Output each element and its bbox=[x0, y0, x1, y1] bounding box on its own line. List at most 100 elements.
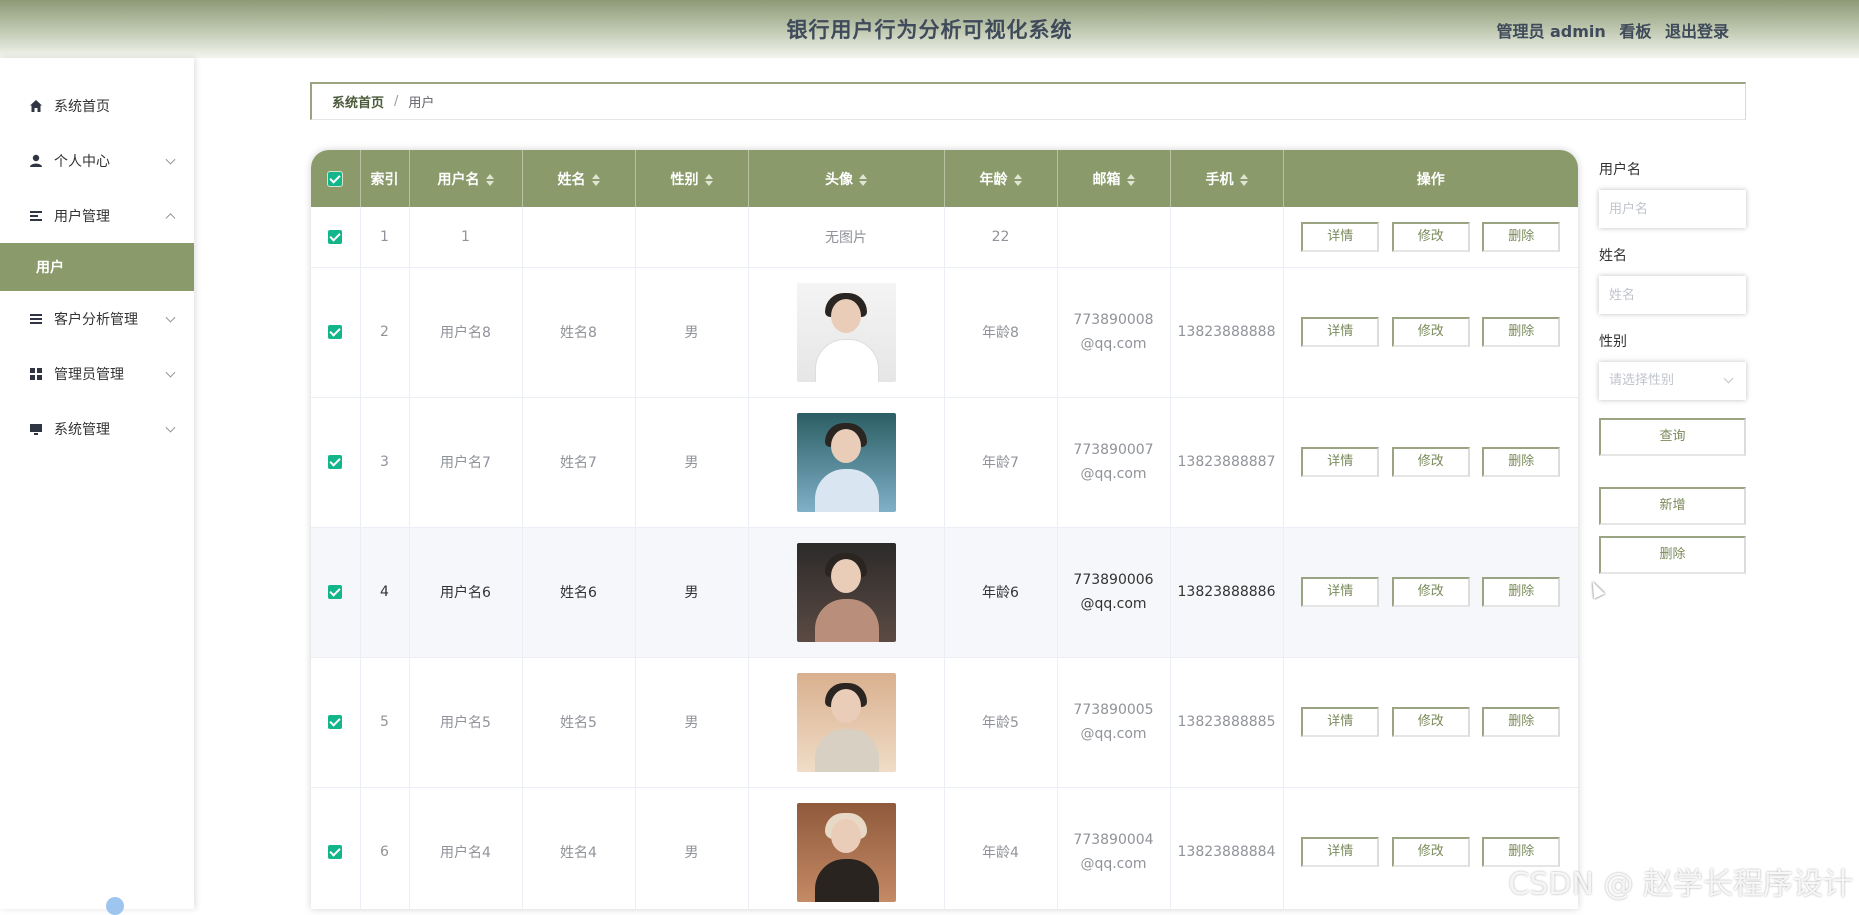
sidebar-subitem-users[interactable]: 用户 bbox=[0, 243, 194, 291]
row-checkbox[interactable] bbox=[328, 455, 342, 469]
sidebar-item-personal-center[interactable]: 个人中心 bbox=[0, 133, 194, 188]
sort-icon[interactable] bbox=[592, 174, 600, 186]
breadcrumb-home-link[interactable]: 系统首页 bbox=[332, 92, 384, 111]
row-checkbox[interactable] bbox=[328, 715, 342, 729]
column-header-name[interactable]: 姓名 bbox=[522, 150, 635, 207]
column-header-index: 索引 bbox=[360, 150, 409, 207]
cell-username: 用户名4 bbox=[409, 787, 522, 909]
column-header-phone[interactable]: 手机 bbox=[1170, 150, 1283, 207]
select-all-header[interactable] bbox=[311, 150, 360, 207]
sort-icon[interactable] bbox=[1127, 174, 1135, 186]
sort-icon[interactable] bbox=[705, 174, 713, 186]
row-checkbox[interactable] bbox=[328, 585, 342, 599]
edit-button[interactable]: 修改 bbox=[1392, 707, 1470, 737]
breadcrumb-current: 用户 bbox=[408, 92, 434, 111]
table-row: 6 用户名4 姓名4 男 年龄4 773890004@qq.com 138238… bbox=[311, 787, 1578, 909]
avatar-image bbox=[797, 283, 896, 382]
batch-delete-button[interactable]: 删除 bbox=[1599, 536, 1746, 574]
add-button[interactable]: 新增 bbox=[1599, 487, 1746, 525]
cell-name: 姓名5 bbox=[522, 657, 635, 787]
grid-icon bbox=[28, 366, 44, 382]
username-search-input[interactable] bbox=[1599, 190, 1746, 228]
avatar-image bbox=[797, 413, 896, 512]
row-checkbox[interactable] bbox=[328, 845, 342, 859]
column-header-age[interactable]: 年龄 bbox=[944, 150, 1057, 207]
cell-email bbox=[1057, 207, 1170, 267]
cell-age: 年龄8 bbox=[944, 267, 1057, 397]
select-all-checkbox[interactable] bbox=[328, 172, 342, 186]
sidebar-item-customer-analysis[interactable]: 客户分析管理 bbox=[0, 291, 194, 346]
gender-select[interactable]: 请选择性别 bbox=[1599, 362, 1746, 400]
users-table: 索引 用户名 姓名 性别 头像 年龄 邮箱 手机 操作 1 1 无图片 22 bbox=[311, 150, 1578, 909]
sidebar-item-label: 客户分析管理 bbox=[54, 309, 138, 329]
search-panel: 用户名 姓名 性别 请选择性别 查询 新增 删除 bbox=[1599, 150, 1747, 574]
sort-icon[interactable] bbox=[1240, 174, 1248, 186]
sort-icon[interactable] bbox=[859, 174, 867, 186]
cell-email: 773890008@qq.com bbox=[1057, 267, 1170, 397]
column-header-username[interactable]: 用户名 bbox=[409, 150, 522, 207]
column-header-avatar[interactable]: 头像 bbox=[748, 150, 944, 207]
cell-avatar-none: 无图片 bbox=[748, 207, 944, 267]
sidebar-item-admin-management[interactable]: 管理员管理 bbox=[0, 346, 194, 401]
sidebar-item-home[interactable]: 系统首页 bbox=[0, 78, 194, 133]
detail-button[interactable]: 详情 bbox=[1301, 707, 1379, 737]
sort-icon[interactable] bbox=[1014, 174, 1022, 186]
delete-button[interactable]: 删除 bbox=[1482, 707, 1560, 737]
edit-button[interactable]: 修改 bbox=[1392, 837, 1470, 867]
username-label: 用户名 bbox=[1599, 160, 1747, 180]
column-header-gender[interactable]: 性别 bbox=[635, 150, 748, 207]
detail-button[interactable]: 详情 bbox=[1301, 317, 1379, 347]
name-search-input[interactable] bbox=[1599, 276, 1746, 314]
cell-phone: 13823888885 bbox=[1170, 657, 1283, 787]
column-header-email[interactable]: 邮箱 bbox=[1057, 150, 1170, 207]
cell-name: 姓名7 bbox=[522, 397, 635, 527]
query-button[interactable]: 查询 bbox=[1599, 418, 1746, 456]
mouse-cursor-icon bbox=[1587, 579, 1605, 599]
list-icon bbox=[28, 208, 44, 224]
cell-actions: 详情 修改 删除 bbox=[1283, 657, 1578, 787]
row-checkbox[interactable] bbox=[328, 230, 342, 244]
avatar-image bbox=[797, 673, 896, 772]
cell-actions: 详情 修改 删除 bbox=[1283, 397, 1578, 527]
cell-username: 1 bbox=[409, 207, 522, 267]
admin-role-label: 管理员 admin bbox=[1496, 22, 1605, 41]
edit-button[interactable]: 修改 bbox=[1392, 222, 1470, 252]
sidebar-item-system-management[interactable]: 系统管理 bbox=[0, 401, 194, 456]
delete-button[interactable]: 删除 bbox=[1482, 577, 1560, 607]
cell-email: 773890005@qq.com bbox=[1057, 657, 1170, 787]
detail-button[interactable]: 详情 bbox=[1301, 577, 1379, 607]
delete-button[interactable]: 删除 bbox=[1482, 317, 1560, 347]
column-header-actions: 操作 bbox=[1283, 150, 1578, 207]
sidebar-item-label: 管理员管理 bbox=[54, 364, 124, 384]
sidebar-item-label: 个人中心 bbox=[54, 151, 110, 171]
cell-actions: 详情 修改 删除 bbox=[1283, 207, 1578, 267]
table-row: 3 用户名7 姓名7 男 年龄7 773890007@qq.com 138238… bbox=[311, 397, 1578, 527]
chevron-down-icon bbox=[166, 312, 176, 322]
logout-link[interactable]: 退出登录 bbox=[1665, 22, 1729, 41]
dashboard-link[interactable]: 看板 bbox=[1619, 22, 1651, 41]
name-label: 姓名 bbox=[1599, 246, 1747, 266]
cell-avatar bbox=[748, 267, 944, 397]
edit-button[interactable]: 修改 bbox=[1392, 447, 1470, 477]
chevron-up-icon bbox=[166, 213, 176, 223]
gender-select-placeholder: 请选择性别 bbox=[1609, 373, 1674, 388]
cell-index: 6 bbox=[360, 787, 409, 909]
cell-gender: 男 bbox=[635, 657, 748, 787]
sidebar-item-label: 用户管理 bbox=[54, 206, 110, 226]
row-checkbox[interactable] bbox=[328, 325, 342, 339]
watermark: CSDN @ 赵学长程序设计 bbox=[1508, 859, 1853, 903]
cell-index: 2 bbox=[360, 267, 409, 397]
detail-button[interactable]: 详情 bbox=[1301, 837, 1379, 867]
edit-button[interactable]: 修改 bbox=[1392, 577, 1470, 607]
table-row: 5 用户名5 姓名5 男 年龄5 773890005@qq.com 138238… bbox=[311, 657, 1578, 787]
detail-button[interactable]: 详情 bbox=[1301, 222, 1379, 252]
sort-icon[interactable] bbox=[486, 174, 494, 186]
table-row: 1 1 无图片 22 详情 修改 删除 bbox=[311, 207, 1578, 267]
delete-button[interactable]: 删除 bbox=[1482, 222, 1560, 252]
delete-button[interactable]: 删除 bbox=[1482, 447, 1560, 477]
sidebar-item-user-management[interactable]: 用户管理 bbox=[0, 188, 194, 243]
detail-button[interactable]: 详情 bbox=[1301, 447, 1379, 477]
cell-email: 773890007@qq.com bbox=[1057, 397, 1170, 527]
edit-button[interactable]: 修改 bbox=[1392, 317, 1470, 347]
breadcrumb-separator: / bbox=[394, 94, 398, 109]
